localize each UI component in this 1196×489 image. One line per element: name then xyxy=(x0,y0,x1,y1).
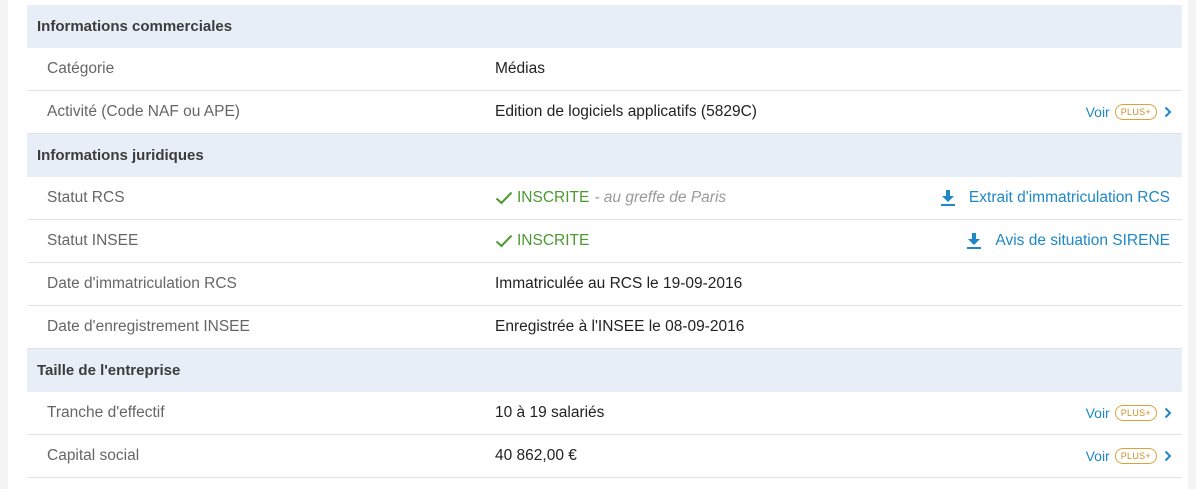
row-label: Date d'enregistrement INSEE xyxy=(47,318,250,335)
row-label: Date d'immatriculation RCS xyxy=(47,275,237,292)
voir-plus-link[interactable]: Voir PLUS+ xyxy=(1086,405,1172,421)
company-info-card: Informations commerciales Catégorie Médi… xyxy=(8,0,1188,489)
row-label: Activité (Code NAF ou APE) xyxy=(47,103,240,120)
row-date-immatriculation: Date d'immatriculation RCS Immatriculée … xyxy=(27,263,1182,306)
plus-badge: PLUS+ xyxy=(1114,104,1157,120)
chevron-right-icon xyxy=(1164,407,1172,419)
section-header-juridiques: Informations juridiques xyxy=(27,134,1182,177)
chevron-right-icon xyxy=(1164,450,1172,462)
row-statut-insee: Statut INSEE INSCRITE Avis de situation … xyxy=(27,220,1182,263)
section-header-taille: Taille de l'entreprise xyxy=(27,349,1182,392)
status-value: INSCRITE - au greffe de Paris xyxy=(495,189,726,207)
status-value: INSCRITE xyxy=(495,232,589,250)
row-capital-social: Capital social 40 862,00 € Voir PLUS+ xyxy=(27,435,1182,478)
voir-plus-link[interactable]: Voir PLUS+ xyxy=(1086,104,1172,120)
row-statut-rcs: Statut RCS INSCRITE - au greffe de Paris… xyxy=(27,177,1182,220)
check-icon xyxy=(495,234,513,248)
row-value: 40 862,00 € xyxy=(495,447,577,464)
plus-badge: PLUS+ xyxy=(1114,405,1157,421)
row-label: Catégorie xyxy=(47,60,115,77)
row-value: Médias xyxy=(495,60,545,77)
voir-label: Voir xyxy=(1085,405,1110,421)
row-label: Tranche d'effectif xyxy=(47,404,165,421)
row-value: Edition de logiciels applicatifs (5829C) xyxy=(495,103,757,120)
voir-label: Voir xyxy=(1085,448,1110,464)
row-date-enregistrement: Date d'enregistrement INSEE Enregistrée … xyxy=(27,306,1182,349)
row-value: Immatriculée au RCS le 19-09-2016 xyxy=(495,275,743,292)
row-label: Statut RCS xyxy=(47,189,125,206)
section-title: Informations juridiques xyxy=(37,147,204,164)
row-value: 10 à 19 salariés xyxy=(495,404,605,421)
status-badge: INSCRITE xyxy=(495,189,589,207)
section-title: Taille de l'entreprise xyxy=(37,362,181,379)
row-label: Statut INSEE xyxy=(47,232,139,249)
avis-sirene-link[interactable]: Avis de situation SIRENE xyxy=(967,232,1170,250)
company-info-table: Informations commerciales Catégorie Médi… xyxy=(27,5,1182,478)
row-tranche-effectif: Tranche d'effectif 10 à 19 salariés Voir… xyxy=(27,392,1182,435)
voir-label: Voir xyxy=(1085,104,1110,120)
download-icon xyxy=(967,233,982,249)
status-text: INSCRITE xyxy=(517,232,590,249)
greffe-note: - au greffe de Paris xyxy=(594,189,727,206)
status-badge: INSCRITE xyxy=(495,232,589,250)
voir-plus-link[interactable]: Voir PLUS+ xyxy=(1086,448,1172,464)
status-text: INSCRITE xyxy=(517,189,590,206)
row-label: Capital social xyxy=(47,447,140,464)
download-icon xyxy=(940,190,955,206)
section-header-commerciales: Informations commerciales xyxy=(27,5,1182,48)
row-categorie: Catégorie Médias xyxy=(27,48,1182,91)
section-title: Informations commerciales xyxy=(37,18,233,35)
check-icon xyxy=(495,191,513,205)
action-label: Extrait d'immatriculation RCS xyxy=(968,189,1170,206)
extrait-rcs-link[interactable]: Extrait d'immatriculation RCS xyxy=(940,189,1170,207)
chevron-right-icon xyxy=(1164,106,1172,118)
action-label: Avis de situation SIRENE xyxy=(995,232,1170,249)
row-value: Enregistrée à l'INSEE le 08-09-2016 xyxy=(495,318,745,335)
plus-badge: PLUS+ xyxy=(1114,448,1157,464)
row-activite: Activité (Code NAF ou APE) Edition de lo… xyxy=(27,91,1182,134)
